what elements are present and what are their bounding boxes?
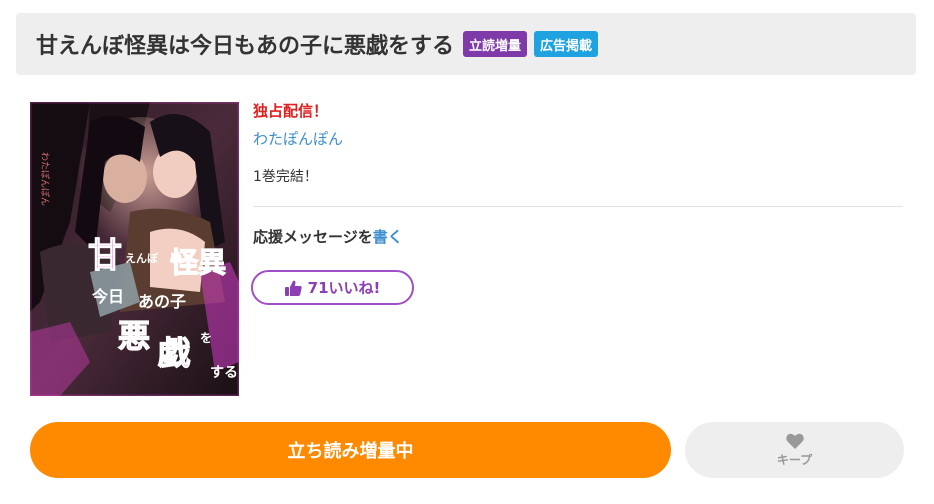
svg-text:今日: 今日 (91, 287, 124, 306)
read-trial-button[interactable]: 立ち読み増量中 (30, 422, 671, 478)
keep-label: キープ (776, 452, 813, 467)
heart-icon (785, 433, 804, 449)
title-bar: 甘えんぼ怪異は今日もあの子に悪戯をする 立読増量 広告掲載 (16, 13, 916, 75)
svg-text:甘: 甘 (88, 236, 122, 276)
write-message-link[interactable]: 書く (373, 228, 403, 246)
svg-text:えんぼ: えんぼ (125, 252, 159, 265)
keep-button[interactable]: キープ (685, 422, 904, 478)
volume-status: 1巻完結！ (253, 169, 318, 185)
badge-ad-listed: 広告掲載 (534, 31, 599, 57)
badge-trial-increase: 立読増量 (463, 31, 528, 57)
svg-text:わたぽんぽん: わたぽんぽん (39, 152, 50, 206)
support-message: 応援メッセージを書く (253, 226, 403, 247)
svg-text:悪: 悪 (118, 317, 150, 355)
svg-text:を: を (200, 331, 212, 345)
cover-image[interactable]: 甘 怪異 悪 戯 えんぼ 今日 あの子 を する わたぽんぽん (30, 102, 239, 396)
svg-text:する: する (210, 365, 238, 381)
svg-text:戯: 戯 (158, 334, 191, 372)
author-link[interactable]: わたぽんぽん (253, 128, 343, 149)
svg-text:怪異: 怪異 (170, 246, 226, 279)
exclusive-label: 独占配信！ (253, 102, 329, 120)
like-count: 71いいね! (307, 279, 381, 297)
svg-text:あの子: あの子 (138, 292, 186, 311)
support-message-label: 応援メッセージを (253, 228, 373, 246)
read-trial-label: 立ち読み増量中 (287, 441, 414, 462)
page-title: 甘えんぼ怪異は今日もあの子に悪戯をする (36, 34, 455, 59)
like-button[interactable]: 71いいね! (251, 270, 414, 305)
divider (253, 206, 903, 207)
thumbs-up-icon (284, 280, 302, 296)
manga-cover-icon: 甘 怪異 悪 戯 えんぼ 今日 あの子 を する わたぽんぽん (30, 102, 239, 396)
